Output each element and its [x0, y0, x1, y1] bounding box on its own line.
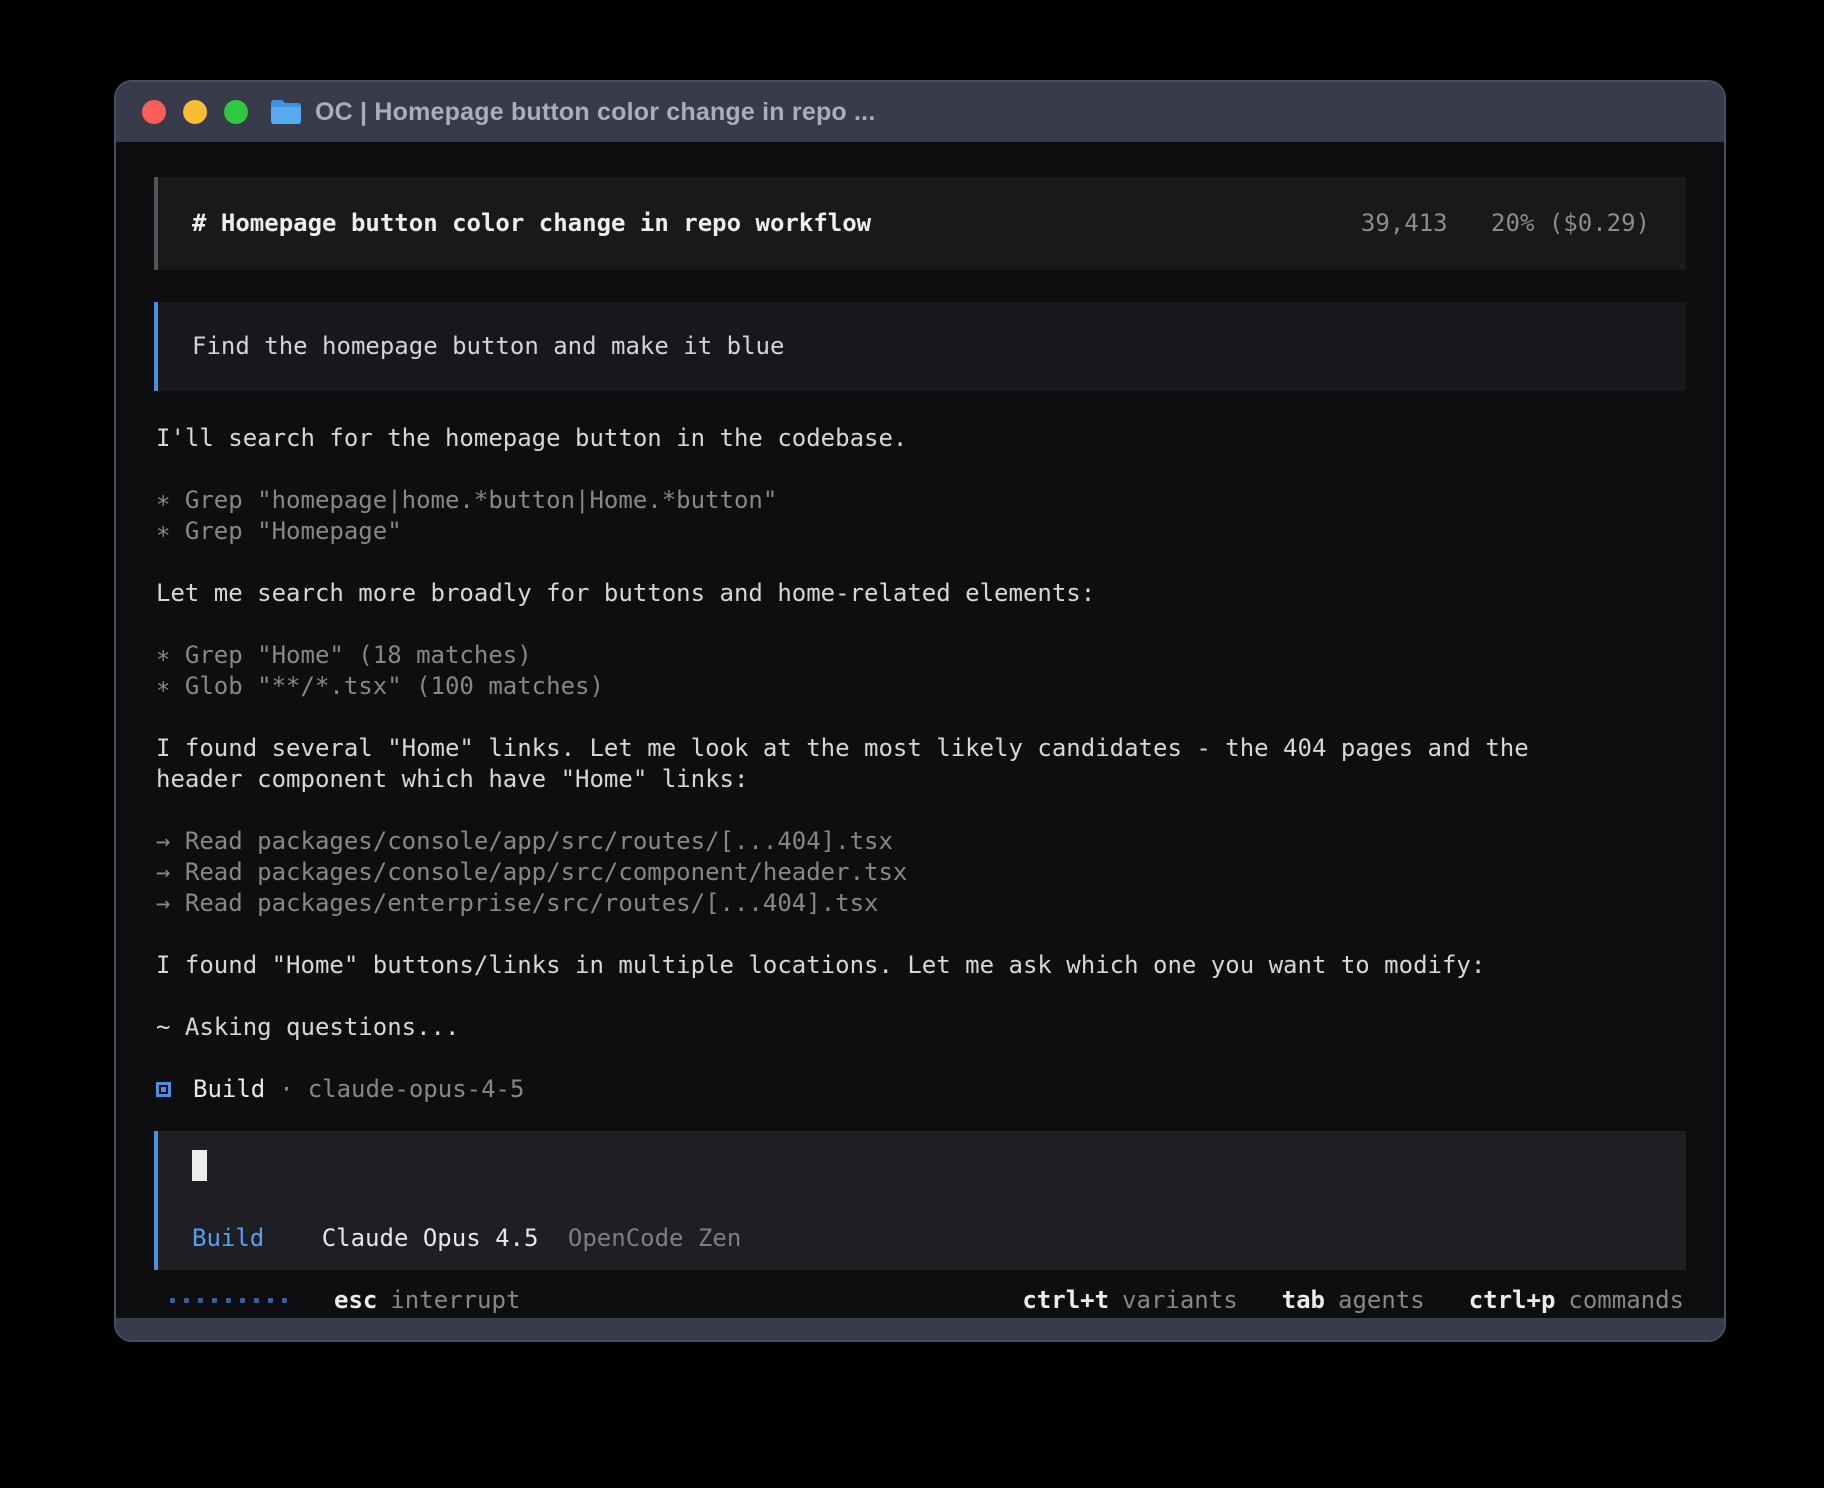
- window-title: OC | Homepage button color change in rep…: [315, 98, 875, 127]
- user-message: Find the homepage button and make it blu…: [154, 302, 1686, 391]
- terminal-window: OC | Homepage button color change in rep…: [114, 80, 1726, 1342]
- spinner-dot: [170, 1298, 175, 1303]
- assistant-text: I found several "Home" links. Let me loo…: [156, 733, 1606, 795]
- tool-call-read: → Read packages/console/app/src/routes/[…: [156, 826, 1606, 857]
- shortcut-variants: ctrl+t variants: [1022, 1285, 1237, 1316]
- tool-call-group: → Read packages/console/app/src/routes/[…: [156, 826, 1606, 919]
- shortcut-key: tab: [1282, 1285, 1325, 1316]
- mode-indicator: Build: [192, 1224, 264, 1252]
- status-bar-left: esc interrupt: [156, 1285, 520, 1316]
- tool-call-grep: ∗ Grep "Home" (18 matches): [156, 640, 1606, 671]
- assistant-status-text: ~ Asking questions...: [156, 1012, 1606, 1043]
- spinner-dots: [170, 1298, 287, 1303]
- traffic-lights: [142, 100, 248, 124]
- token-count: 39,413: [1361, 209, 1448, 237]
- shortcut-key-esc: esc: [334, 1285, 377, 1316]
- shortcut-key: ctrl+p: [1469, 1285, 1556, 1316]
- tool-call-read: → Read packages/enterprise/src/routes/[.…: [156, 888, 1606, 919]
- tool-call-grep: ∗ Grep "Homepage": [156, 516, 1606, 547]
- text-cursor: [192, 1150, 207, 1181]
- spinner-dot: [226, 1298, 231, 1303]
- agent-status-line: Build · claude-opus-4-5: [156, 1074, 1606, 1105]
- shortcut-label: commands: [1568, 1285, 1684, 1316]
- spinner-dot: [268, 1298, 273, 1303]
- agent-model: claude-opus-4-5: [308, 1074, 525, 1105]
- tool-call-group: ∗ Grep "homepage|home.*button|Home.*butt…: [156, 485, 1606, 547]
- agent-name: Build: [193, 1074, 265, 1105]
- spinner-dot: [184, 1298, 189, 1303]
- shortcut-label: variants: [1122, 1285, 1238, 1316]
- window-titlebar[interactable]: OC | Homepage button color change in rep…: [116, 82, 1724, 142]
- spinner-dot: [212, 1298, 217, 1303]
- agent-separator: ·: [279, 1074, 293, 1105]
- session-stats: 39,413 20% ($0.29): [1361, 208, 1650, 239]
- tool-call-glob: ∗ Glob "**/*.tsx" (100 matches): [156, 671, 1606, 702]
- folder-icon: [270, 99, 302, 125]
- shortcut-key: ctrl+t: [1022, 1285, 1109, 1316]
- user-message-text: Find the homepage button and make it blu…: [192, 332, 784, 360]
- assistant-text: I'll search for the homepage button in t…: [156, 423, 1606, 454]
- status-bar-right: ctrl+t variants tab agents ctrl+p comman…: [978, 1285, 1684, 1316]
- spinner-dot: [282, 1298, 287, 1303]
- zoom-button[interactable]: [224, 100, 248, 124]
- context-cost: 20% ($0.29): [1491, 209, 1650, 237]
- spinner-dot: [198, 1298, 203, 1303]
- session-title: # Homepage button color change in repo w…: [192, 208, 871, 239]
- spinner-dot: [240, 1298, 245, 1303]
- tool-call-grep: ∗ Grep "homepage|home.*button|Home.*butt…: [156, 485, 1606, 516]
- shortcut-agents: tab agents: [1282, 1285, 1425, 1316]
- shortcut-label-interrupt: interrupt: [390, 1285, 520, 1316]
- session-header: # Homepage button color change in repo w…: [154, 177, 1686, 270]
- conversation: I'll search for the homepage button in t…: [154, 423, 1606, 1105]
- shortcut-commands: ctrl+p commands: [1469, 1285, 1684, 1316]
- assistant-text: I found "Home" buttons/links in multiple…: [156, 950, 1606, 981]
- window-bottom-frame: [116, 1318, 1724, 1340]
- shortcut-label: agents: [1338, 1285, 1425, 1316]
- provider-name: OpenCode Zen: [568, 1224, 741, 1252]
- close-button[interactable]: [142, 100, 166, 124]
- spinner-dot: [254, 1298, 259, 1303]
- minimize-button[interactable]: [183, 100, 207, 124]
- status-bar: esc interrupt ctrl+t variants tab agents…: [154, 1285, 1686, 1316]
- tool-call-read: → Read packages/console/app/src/componen…: [156, 857, 1606, 888]
- prompt-input[interactable]: Build Claude Opus 4.5 OpenCode Zen: [154, 1131, 1686, 1270]
- input-meta: Build Claude Opus 4.5 OpenCode Zen: [192, 1223, 1650, 1254]
- model-name: Claude Opus 4.5: [322, 1224, 539, 1252]
- agent-build-icon: [156, 1082, 171, 1097]
- tool-call-group: ∗ Grep "Home" (18 matches) ∗ Glob "**/*.…: [156, 640, 1606, 702]
- terminal-content: # Homepage button color change in repo w…: [116, 142, 1724, 1318]
- assistant-text: Let me search more broadly for buttons a…: [156, 578, 1606, 609]
